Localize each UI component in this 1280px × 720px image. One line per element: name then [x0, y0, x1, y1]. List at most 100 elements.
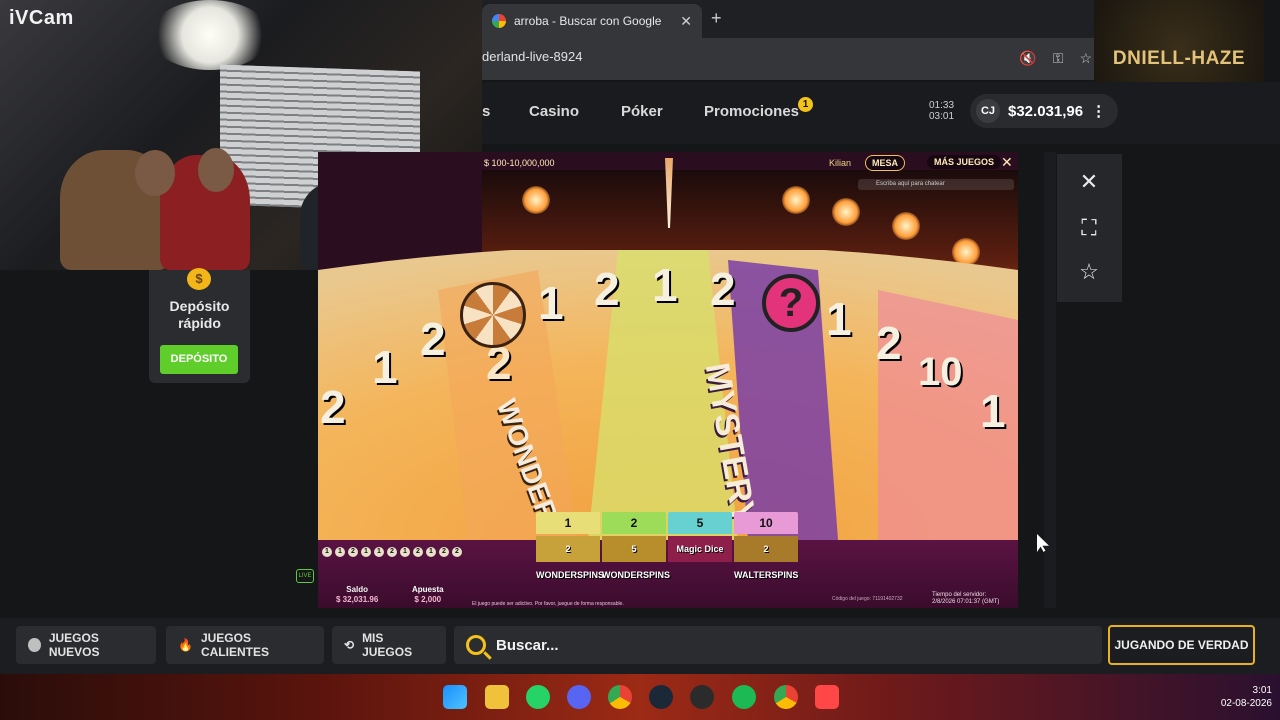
- bulb: [782, 186, 810, 214]
- quick-deposit-card: $ Depósito rápido DEPÓSITO: [149, 268, 250, 383]
- bet-spot-2[interactable]: 2: [602, 512, 666, 534]
- nav-item-poker[interactable]: Póker: [621, 103, 663, 120]
- history-chip: 2: [348, 547, 358, 557]
- steam-icon[interactable]: [649, 685, 673, 709]
- person-1-head: [135, 150, 175, 196]
- discord-icon[interactable]: [567, 685, 591, 709]
- bet-spot-magic-dice[interactable]: Magic Dice: [668, 536, 732, 562]
- saldo-display: Saldo $ 32,031.96: [336, 585, 378, 605]
- nav-item-casino[interactable]: Casino: [529, 103, 579, 120]
- person-2-head: [198, 148, 234, 192]
- mute-icon[interactable]: 🔇: [1019, 50, 1036, 67]
- fullscreen-icon[interactable]: ⛶: [1075, 214, 1103, 242]
- address-icons: 🔇 ⚿ ☆: [1019, 50, 1092, 67]
- new-games-icon: [28, 638, 41, 652]
- history-chip: 1: [335, 547, 345, 557]
- bulb: [832, 198, 860, 226]
- history-chip: 2: [452, 547, 462, 557]
- deposit-button[interactable]: DEPÓSITO: [160, 345, 238, 374]
- lamp-light: [150, 0, 270, 70]
- segment-label: 1: [980, 385, 1006, 437]
- result-history: 1 1 2 1 1 2 1 2 1 2 2: [322, 547, 462, 557]
- segment-label: 2: [876, 317, 902, 369]
- juegos-calientes-label: JUEGOS CALIENTES: [200, 631, 269, 659]
- vertical-scrollbar[interactable]: [1044, 152, 1056, 608]
- bet-spots: 1 2 5 10 2 WONDERSPINS 5 WONDERSPINS Mag…: [536, 512, 798, 580]
- mas-juegos-button[interactable]: MÁS JUEGOS: [927, 155, 1002, 169]
- nav-item-promociones[interactable]: Promociones: [704, 103, 799, 120]
- file-explorer-icon[interactable]: [485, 685, 509, 709]
- live-icon[interactable]: LIVE: [296, 569, 314, 583]
- history-chip: 2: [387, 547, 397, 557]
- history-chip: 2: [439, 547, 449, 557]
- bet-spot-walterspins[interactable]: 2 WALTERSPINS: [734, 536, 798, 580]
- history-chip: 2: [413, 547, 423, 557]
- nav-item-partial[interactable]: s: [482, 103, 490, 120]
- favorite-star-icon[interactable]: ☆: [1075, 258, 1103, 286]
- mis-juegos-button[interactable]: ⟲ MIS JUEGOS: [332, 626, 446, 664]
- chat-input[interactable]: Escriba aquí para chatear: [858, 179, 1014, 190]
- clock-date: 02-08-2026: [1220, 698, 1272, 709]
- segment-label: 1: [372, 341, 398, 393]
- windows-start-icon[interactable]: [443, 685, 467, 709]
- bet-spot-wonderspins-2[interactable]: 2 WONDERSPINS: [536, 536, 604, 580]
- spotify-icon[interactable]: [732, 685, 756, 709]
- dealer-name: Kilian: [829, 158, 852, 168]
- promo-badge: 1: [798, 97, 813, 112]
- chrome-icon[interactable]: [608, 685, 632, 709]
- segment-label: 1: [652, 259, 678, 311]
- search-input[interactable]: [496, 636, 1056, 654]
- juegos-calientes-button[interactable]: 🔥 JUEGOS CALIENTES: [166, 626, 324, 664]
- segment-label: 1: [826, 293, 852, 345]
- history-chip: 1: [322, 547, 332, 557]
- key-icon[interactable]: ⚿: [1053, 50, 1064, 67]
- mis-juegos-label: MIS JUEGOS: [362, 631, 413, 659]
- url-text[interactable]: derland-live-8924: [482, 49, 582, 64]
- chrome-profile-icon[interactable]: [774, 685, 798, 709]
- apuesta-value: $ 2,000: [414, 595, 442, 604]
- juegos-nuevos-button[interactable]: JUEGOS NUEVOS: [16, 626, 156, 664]
- bulb: [522, 186, 550, 214]
- segment-label: 2: [420, 313, 446, 365]
- server-time-value: 2/8/2026 07:01:37 (GMT): [932, 599, 1000, 605]
- bet-spot-1[interactable]: 1: [536, 512, 600, 534]
- bet-spot-10[interactable]: 10: [734, 512, 798, 534]
- segment-label: 2: [594, 263, 620, 315]
- juegos-nuevos-label: JUEGOS NUEVOS: [48, 631, 100, 659]
- browser-tabbar: arroba - Buscar con Google ✕ +: [482, 0, 1094, 38]
- apuesta-display: Apuesta $ 2,000: [412, 585, 444, 605]
- site-nav: s Casino Póker Promociones 1 01:33 03:01…: [482, 82, 1280, 144]
- mesa-button[interactable]: MESA: [865, 155, 906, 171]
- obs-icon[interactable]: [690, 685, 714, 709]
- jugando-de-verdad-button[interactable]: JUGANDO DE VERDAD: [1108, 625, 1255, 665]
- segment-label: 1: [538, 277, 564, 329]
- segment-label: 2: [710, 263, 736, 315]
- close-game-icon[interactable]: ✕: [1001, 154, 1013, 171]
- search-box[interactable]: [454, 626, 1102, 664]
- new-tab-icon[interactable]: +: [711, 8, 722, 29]
- history-chip: 1: [426, 547, 436, 557]
- server-time-label: Tiempo del servidor:: [932, 592, 987, 598]
- more-icon[interactable]: ⋮: [1091, 102, 1106, 120]
- star-icon[interactable]: ☆: [1079, 50, 1092, 67]
- flame-icon: 🔥: [178, 638, 193, 652]
- search-icon: [466, 635, 486, 655]
- close-icon[interactable]: ✕: [1075, 168, 1103, 196]
- segment-label: 2: [320, 381, 346, 433]
- bet-spot-5[interactable]: 5: [668, 512, 732, 534]
- bulb: [892, 212, 920, 240]
- balance-pill[interactable]: CJ $32.031,96 ⋮: [970, 94, 1119, 128]
- windows-taskbar: 3:01 02-08-2026: [0, 674, 1280, 720]
- game-code: Código del juego: 71191402732: [832, 596, 903, 602]
- game-header: $ 100-10,000,000 Kilian MESA MÁS JUEGOS …: [482, 154, 1018, 190]
- close-icon[interactable]: ✕: [680, 13, 692, 30]
- browser-tab[interactable]: arroba - Buscar con Google ✕: [482, 4, 702, 38]
- currency-badge: CJ: [976, 99, 1000, 123]
- site-bottom-bar: JUEGOS NUEVOS 🔥 JUEGOS CALIENTES ⟲ MIS J…: [0, 618, 1280, 674]
- bet-spot-wonderspins-5[interactable]: 5 WONDERSPINS: [602, 536, 670, 580]
- taskbar-clock[interactable]: 3:01 02-08-2026: [1221, 684, 1272, 710]
- ea-app-icon[interactable]: [815, 685, 839, 709]
- whatsapp-icon[interactable]: [526, 685, 550, 709]
- address-bar[interactable]: derland-live-8924 🔇 ⚿ ☆: [482, 38, 1094, 80]
- timer-top: 01:33: [929, 100, 955, 111]
